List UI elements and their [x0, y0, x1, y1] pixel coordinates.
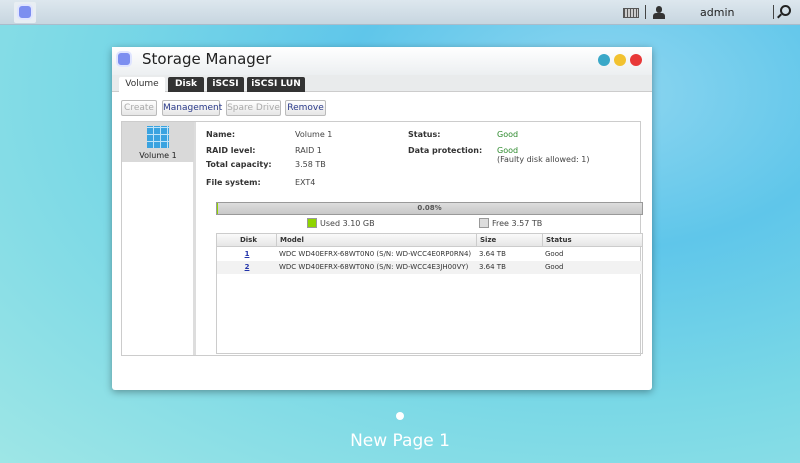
disk-link[interactable]: 2: [217, 261, 277, 274]
name-value: Volume 1: [295, 130, 333, 139]
raid-label: RAID level:: [206, 146, 256, 155]
size-cell: 3.64 TB: [479, 250, 506, 258]
capacity-label: Total capacity:: [206, 160, 272, 169]
title-bar[interactable]: Storage Manager: [112, 47, 652, 75]
col-size[interactable]: Size: [476, 234, 542, 247]
user-icon[interactable]: [653, 6, 665, 20]
tab-bar: Volume Disk iSCSI iSCSI LUN: [112, 75, 652, 93]
protection-value: Good: [497, 146, 519, 155]
status-cell: Good: [545, 263, 564, 271]
capacity-value: 3.58 TB: [295, 160, 326, 169]
help-icon[interactable]: [598, 54, 610, 66]
keyboard-icon[interactable]: [623, 8, 639, 18]
used-swatch: [307, 218, 317, 228]
storage-manager-taskbar-icon[interactable]: [14, 2, 36, 23]
content-panel: Volume 1 Name: Volume 1 RAID level: RAID…: [121, 121, 643, 356]
storage-manager-window: Storage Manager Volume Disk iSCSI iSCSI …: [112, 47, 652, 390]
divider: [773, 5, 774, 19]
username[interactable]: admin: [700, 6, 734, 19]
top-bar: admin: [0, 0, 800, 25]
table-row[interactable]: 1 WDC WD40EFRX-68WT0N0 (S/N: WD-WCC4E0RP…: [217, 248, 642, 261]
filesystem-label: File system:: [206, 178, 261, 187]
volume-cube-icon: [147, 126, 169, 148]
management-button[interactable]: Management: [162, 100, 222, 116]
volume-list: Volume 1: [122, 122, 196, 355]
status-value: Good: [497, 130, 519, 139]
create-button[interactable]: Create: [121, 100, 157, 116]
spare-drive-button[interactable]: Spare Drive: [226, 100, 281, 116]
minimize-icon[interactable]: [614, 54, 626, 66]
free-swatch: [479, 218, 489, 228]
name-label: Name:: [206, 130, 236, 139]
free-legend: Free 3.57 TB: [492, 219, 543, 228]
usage-bar: 0.08%: [216, 202, 643, 215]
protection-label: Data protection:: [408, 146, 483, 155]
desktop-page-label: New Page 1: [350, 431, 450, 451]
tab-iscsi[interactable]: iSCSI: [207, 77, 244, 92]
search-icon[interactable]: [780, 5, 791, 16]
remove-button[interactable]: Remove: [285, 100, 326, 116]
col-status[interactable]: Status: [542, 234, 642, 247]
col-model[interactable]: Model: [276, 234, 476, 247]
app-icon: [116, 51, 132, 67]
divider: [645, 5, 646, 19]
model-cell: WDC WD40EFRX-68WT0N0 (S/N: WD-WCC4E3JH00…: [279, 263, 469, 271]
page-indicator-dot[interactable]: [396, 412, 404, 420]
tab-iscsi-lun[interactable]: iSCSI LUN: [247, 77, 305, 92]
col-disk[interactable]: Disk: [217, 234, 277, 247]
status-label: Status:: [408, 130, 441, 139]
tab-disk[interactable]: Disk: [168, 77, 204, 92]
table-header: Disk Model Size Status: [217, 234, 642, 247]
protection-note: (Faulty disk allowed: 1): [497, 155, 590, 164]
usage-percent: 0.08%: [417, 204, 442, 212]
status-cell: Good: [545, 250, 564, 258]
filesystem-value: EXT4: [295, 178, 316, 187]
volume-label: Volume 1: [139, 151, 177, 160]
close-icon[interactable]: [630, 54, 642, 66]
tab-volume[interactable]: Volume: [119, 77, 165, 93]
disk-link[interactable]: 1: [217, 248, 277, 261]
window-title: Storage Manager: [142, 50, 272, 68]
model-cell: WDC WD40EFRX-68WT0N0 (S/N: WD-WCC4E0RP0R…: [279, 250, 472, 258]
volume-item[interactable]: Volume 1: [122, 122, 194, 162]
table-row[interactable]: 2 WDC WD40EFRX-68WT0N0 (S/N: WD-WCC4E3JH…: [217, 261, 642, 274]
size-cell: 3.64 TB: [479, 263, 506, 271]
raid-value: RAID 1: [295, 146, 322, 155]
disk-table: Disk Model Size Status 1 WDC WD40EFRX-68…: [216, 233, 643, 354]
used-legend: Used 3.10 GB: [320, 219, 375, 228]
